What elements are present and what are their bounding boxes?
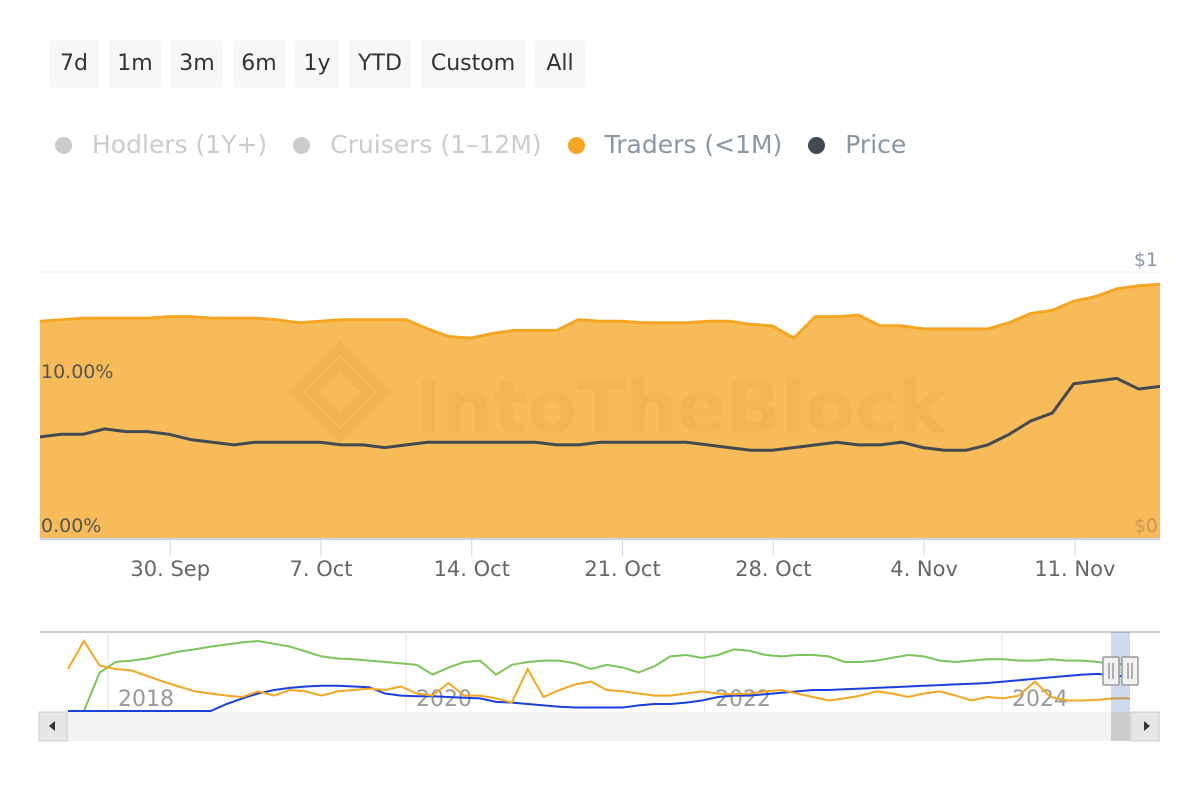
- legend-item-hodlers[interactable]: Hodlers (1Y+): [55, 130, 267, 159]
- legend-label: Cruisers (1–12M): [330, 130, 542, 159]
- navigator[interactable]: 2018 2020 2022 2024: [0, 620, 1200, 770]
- navigator-right-handle[interactable]: [1121, 656, 1139, 686]
- range-button-1m[interactable]: 1m: [109, 40, 161, 88]
- y-right-tick-label: $0: [1134, 515, 1158, 537]
- watermark-text: IntoTheBlock: [415, 365, 948, 449]
- x-tick-label: 4. Nov: [890, 557, 958, 581]
- range-button-all[interactable]: All: [535, 40, 585, 88]
- legend-label: Traders (<1M): [604, 130, 783, 159]
- range-button-6m[interactable]: 6m: [233, 40, 285, 88]
- range-button-3m[interactable]: 3m: [171, 40, 223, 88]
- scrollbar[interactable]: [38, 711, 1160, 742]
- x-tick-label: 11. Nov: [1034, 557, 1115, 581]
- x-tick-label: 7. Oct: [289, 557, 352, 581]
- legend-marker-icon: [293, 137, 311, 154]
- y-right-tick-label: $1: [1134, 249, 1158, 271]
- navigator-year-label: 2022: [715, 687, 771, 712]
- scrollbar-track[interactable]: [40, 712, 1160, 741]
- range-button-1y[interactable]: 1y: [295, 40, 339, 88]
- range-button-7d[interactable]: 7d: [49, 40, 99, 88]
- x-tick-label: 28. Oct: [735, 557, 811, 581]
- legend-label: Hodlers (1Y+): [92, 130, 268, 159]
- navigator-year-label: 2018: [118, 687, 174, 712]
- legend-label: Price: [845, 130, 907, 159]
- navigator-year-label: 2020: [416, 687, 472, 712]
- navigator-series-cruisers: [68, 672, 1130, 712]
- legend-item-cruisers[interactable]: Cruisers (1–12M): [293, 130, 542, 159]
- scroll-left-button[interactable]: [38, 711, 68, 742]
- y-left-tick-label: 10.00%: [41, 361, 113, 383]
- y-left-tick-label: 0.00%: [41, 515, 101, 537]
- legend-marker-icon: [567, 137, 585, 154]
- scroll-right-button[interactable]: [1130, 711, 1160, 742]
- legend-item-traders[interactable]: Traders (<1M): [567, 130, 783, 159]
- x-tick-label: 21. Oct: [584, 557, 660, 581]
- legend-marker-icon: [808, 137, 826, 154]
- legend-item-price[interactable]: Price: [808, 130, 906, 159]
- range-selector: 7d 1m 3m 6m 1y YTD Custom All: [49, 40, 595, 88]
- range-button-custom[interactable]: Custom: [421, 40, 525, 88]
- scrollbar-thumb[interactable]: [1111, 712, 1130, 741]
- navigator-series-traders: [67, 639, 1130, 704]
- range-button-ytd[interactable]: YTD: [349, 40, 411, 88]
- chart-legend: Hodlers (1Y+) Cruisers (1–12M) Traders (<1…: [55, 130, 932, 159]
- x-tick-label: 14. Oct: [434, 557, 510, 581]
- legend-marker-icon: [55, 137, 72, 154]
- x-tick-label: 30. Sep: [130, 557, 210, 581]
- navigator-left-handle[interactable]: [1102, 656, 1120, 686]
